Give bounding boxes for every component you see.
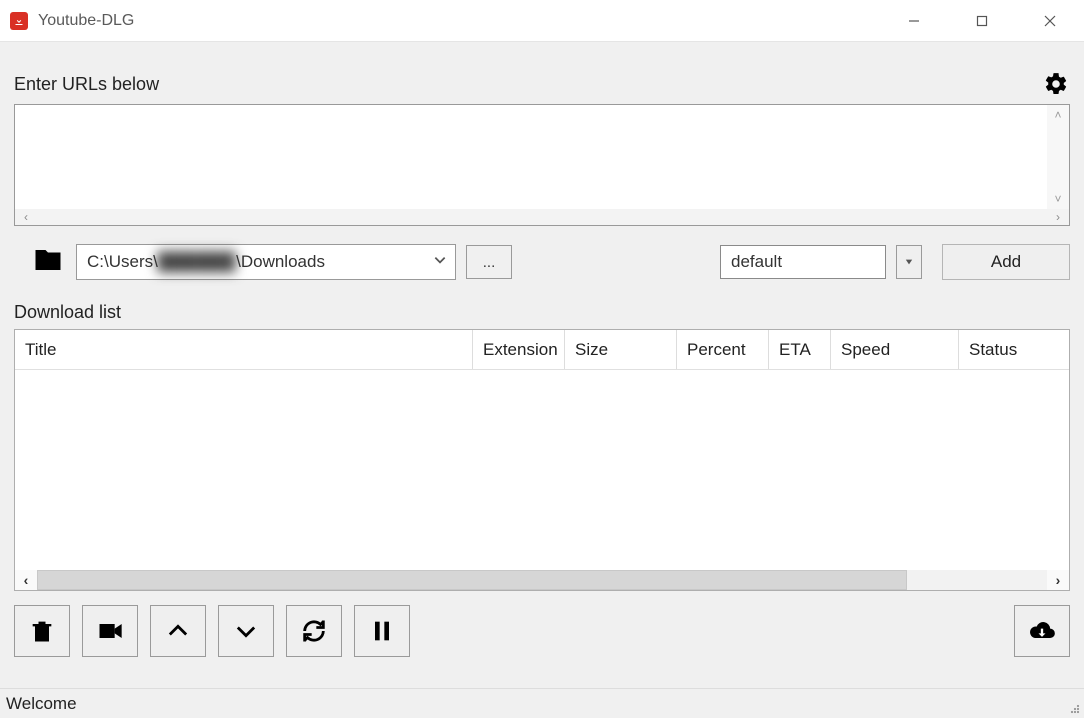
list-scroll-right-icon[interactable]: › — [1047, 570, 1069, 590]
path-prefix: C:\Users\ — [87, 252, 158, 272]
app-icon — [10, 12, 28, 30]
status-bar: Welcome — [0, 688, 1084, 718]
chevron-down-icon — [433, 252, 447, 272]
play-button[interactable] — [82, 605, 138, 657]
window-controls — [880, 0, 1084, 41]
col-eta[interactable]: ETA — [769, 330, 831, 369]
add-label: Add — [991, 252, 1021, 272]
download-list-header: Title Extension Size Percent ETA Speed S… — [15, 330, 1069, 370]
scroll-down-icon[interactable]: ˅ — [1047, 189, 1069, 209]
status-text: Welcome — [6, 694, 77, 714]
resize-grip[interactable] — [1070, 704, 1080, 714]
refresh-icon — [300, 617, 328, 645]
chevron-up-icon — [164, 617, 192, 645]
col-speed[interactable]: Speed — [831, 330, 959, 369]
urls-vertical-scrollbar[interactable]: ˄ ˅ — [1047, 105, 1069, 209]
move-down-button[interactable] — [218, 605, 274, 657]
urls-textarea-wrap: ˄ ˅ ‹ › — [14, 104, 1070, 226]
add-button[interactable]: Add — [942, 244, 1070, 280]
download-list: Title Extension Size Percent ETA Speed S… — [14, 329, 1070, 591]
col-title[interactable]: Title — [15, 330, 473, 369]
list-scroll-left-icon[interactable]: ‹ — [15, 570, 37, 590]
save-path-dropdown[interactable]: C:\Users\ ██████ \Downloads — [76, 244, 456, 280]
move-up-button[interactable] — [150, 605, 206, 657]
scroll-htrack[interactable] — [37, 209, 1047, 225]
format-selected: default — [731, 252, 782, 272]
format-dropdown-button[interactable] — [896, 245, 922, 279]
minimize-button[interactable] — [880, 0, 948, 41]
col-extension[interactable]: Extension — [473, 330, 565, 369]
format-dropdown[interactable]: default — [720, 245, 886, 279]
path-suffix: \Downloads — [236, 252, 325, 272]
reload-button[interactable] — [286, 605, 342, 657]
titlebar: Youtube-DLG — [0, 0, 1084, 42]
settings-button[interactable] — [1042, 70, 1070, 98]
triangle-down-icon — [905, 258, 913, 266]
close-button[interactable] — [1016, 0, 1084, 41]
chevron-down-icon — [232, 617, 260, 645]
scroll-track[interactable] — [1047, 125, 1069, 189]
browse-button[interactable]: ... — [466, 245, 512, 279]
download-button[interactable] — [1014, 605, 1070, 657]
pause-button[interactable] — [354, 605, 410, 657]
col-size[interactable]: Size — [565, 330, 677, 369]
video-camera-icon — [96, 617, 124, 645]
scroll-left-icon[interactable]: ‹ — [15, 209, 37, 225]
window-title: Youtube-DLG — [38, 12, 134, 30]
list-horizontal-scrollbar[interactable]: ‹ › — [15, 570, 1069, 590]
gear-icon — [1043, 71, 1069, 97]
list-scroll-thumb[interactable] — [37, 570, 907, 590]
pause-icon — [368, 617, 396, 645]
urls-label: Enter URLs below — [14, 74, 159, 95]
trash-icon — [28, 617, 56, 645]
cloud-download-icon — [1028, 617, 1056, 645]
path-redacted: ██████ — [158, 252, 236, 272]
col-percent[interactable]: Percent — [677, 330, 769, 369]
urls-textarea[interactable] — [15, 105, 1047, 209]
browse-label: ... — [483, 254, 496, 271]
scroll-up-icon[interactable]: ˄ — [1047, 105, 1069, 125]
delete-button[interactable] — [14, 605, 70, 657]
folder-icon — [30, 245, 66, 280]
download-list-label: Download list — [14, 302, 1070, 323]
urls-horizontal-scrollbar[interactable]: ‹ › — [15, 209, 1069, 225]
scroll-right-icon[interactable]: › — [1047, 209, 1069, 225]
col-status[interactable]: Status — [959, 330, 1069, 369]
maximize-button[interactable] — [948, 0, 1016, 41]
